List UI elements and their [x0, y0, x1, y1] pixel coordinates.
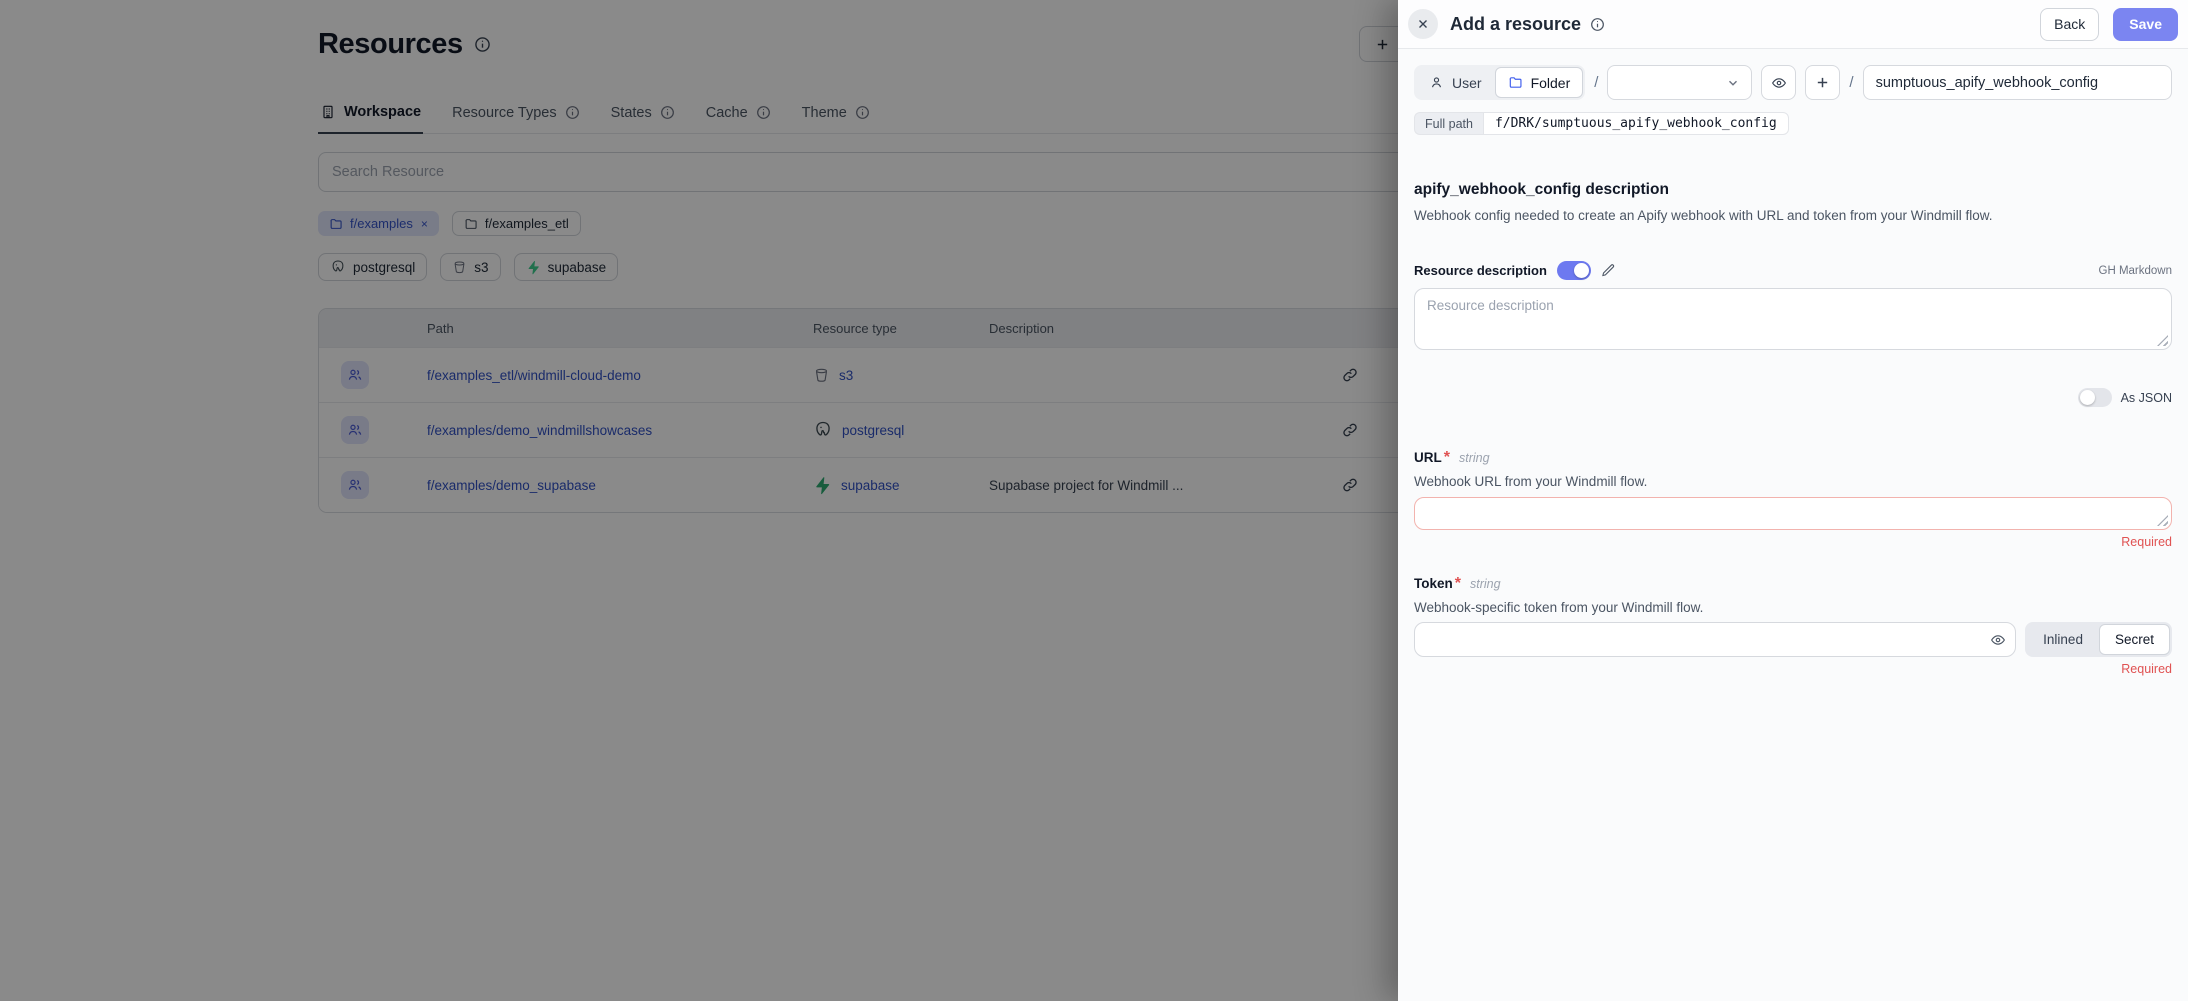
token-type: string	[1470, 577, 1501, 591]
as-json-row: As JSON	[1414, 388, 2172, 407]
folder-select[interactable]	[1607, 65, 1752, 100]
token-mode-secret-button[interactable]: Secret	[2099, 624, 2170, 655]
resource-name-input[interactable]	[1863, 65, 2172, 100]
schema-description: Webhook config needed to create an Apify…	[1414, 208, 2172, 223]
description-textarea-wrap	[1414, 288, 2172, 350]
owner-kind-toggle: User Folder	[1414, 65, 1585, 100]
token-label-row: Token * string	[1414, 575, 2172, 593]
plus-icon	[1815, 75, 1830, 90]
url-required-note: Required	[1414, 535, 2172, 549]
gh-markdown-hint: GH Markdown	[2099, 265, 2173, 277]
token-label: Token	[1414, 576, 1453, 591]
path-separator: /	[1594, 74, 1598, 91]
folder-icon	[1508, 75, 1523, 90]
drawer-header: Add a resource Back Save	[1398, 0, 2188, 49]
url-field-group: URL * string Webhook URL from your Windm…	[1414, 449, 2172, 549]
required-asterisk: *	[1455, 575, 1461, 593]
person-icon	[1429, 75, 1444, 90]
as-json-toggle[interactable]	[2078, 388, 2112, 407]
back-button[interactable]: Back	[2040, 8, 2099, 41]
owner-kind-folder-button[interactable]: Folder	[1495, 67, 1584, 98]
add-resource-drawer: Add a resource Back Save User Folder /	[1398, 0, 2188, 1001]
url-type: string	[1459, 451, 1490, 465]
owner-kind-user-label: User	[1452, 75, 1482, 91]
as-json-label: As JSON	[2121, 391, 2172, 405]
full-path-value: f/DRK/sumptuous_apify_webhook_config	[1483, 112, 1789, 135]
path-separator: /	[1849, 74, 1853, 91]
token-input-wrap	[1414, 622, 2016, 657]
url-label-row: URL * string	[1414, 449, 2172, 467]
full-path-display: Full path f/DRK/sumptuous_apify_webhook_…	[1414, 112, 1789, 135]
new-folder-button[interactable]	[1805, 65, 1840, 100]
owner-kind-user-button[interactable]: User	[1416, 67, 1495, 98]
description-toggle[interactable]	[1557, 261, 1591, 280]
schema-heading: apify_webhook_config description	[1414, 181, 2172, 199]
description-textarea[interactable]	[1414, 288, 2172, 350]
drawer-body: User Folder / / Full path f/DRK/sumptuou…	[1398, 49, 2188, 692]
view-folder-button[interactable]	[1761, 65, 1796, 100]
drawer-title: Add a resource	[1450, 14, 1605, 35]
token-mode-toggle: Inlined Secret	[2025, 622, 2172, 657]
drawer-title-text: Add a resource	[1450, 14, 1581, 35]
description-label: Resource description	[1414, 263, 1547, 278]
token-mode-inlined-button[interactable]: Inlined	[2027, 624, 2099, 655]
token-help-text: Webhook-specific token from your Windmil…	[1414, 600, 2172, 615]
url-label: URL	[1414, 450, 1442, 465]
token-field-group: Token * string Webhook-specific token fr…	[1414, 575, 2172, 676]
edit-icon[interactable]	[1601, 263, 1616, 278]
close-icon[interactable]	[1408, 9, 1438, 39]
description-label-row: Resource description GH Markdown	[1414, 261, 2172, 280]
url-help-text: Webhook URL from your Windmill flow.	[1414, 474, 2172, 489]
chevron-down-icon	[1726, 76, 1740, 90]
full-path-label: Full path	[1414, 112, 1483, 135]
info-icon[interactable]	[1590, 17, 1605, 32]
url-input[interactable]	[1414, 497, 2172, 530]
required-asterisk: *	[1444, 449, 1450, 467]
path-builder-row: User Folder / /	[1414, 65, 2172, 100]
url-input-wrap	[1414, 497, 2172, 530]
eye-icon	[1771, 75, 1787, 91]
eye-icon[interactable]	[1990, 632, 2006, 648]
save-button[interactable]: Save	[2113, 8, 2178, 41]
token-input-row: Inlined Secret	[1414, 622, 2172, 657]
token-input[interactable]	[1414, 622, 2016, 657]
token-required-note: Required	[1414, 662, 2172, 676]
owner-kind-folder-label: Folder	[1531, 75, 1571, 91]
